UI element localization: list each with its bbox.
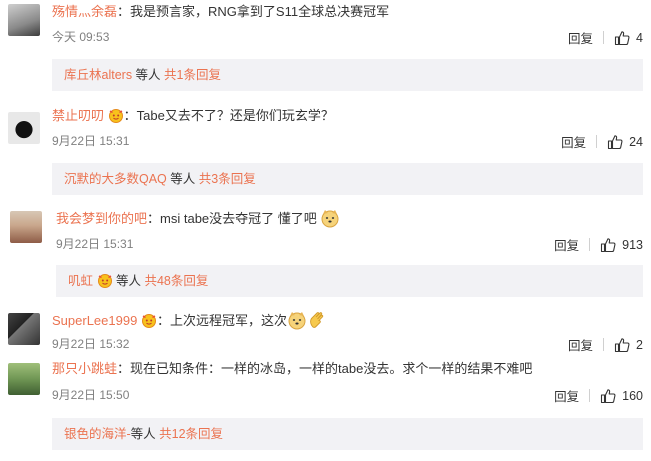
sub-reply-users[interactable]: 库丘林alters: [64, 68, 132, 82]
divider: [596, 135, 598, 148]
sub-reply-users[interactable]: 银色的海洋-: [64, 427, 131, 441]
reply-button[interactable]: 回复: [554, 386, 579, 405]
doge-emoji-icon: [287, 310, 307, 330]
like-button[interactable]: 160: [600, 388, 643, 404]
sub-replies-box[interactable]: 库丘林alters 等人 共1条回复: [52, 59, 643, 91]
divider: [589, 238, 591, 251]
like-count: 913: [622, 237, 643, 252]
comment-time: 9月22日 15:50: [52, 388, 130, 402]
comment-text: 上次远程冠军，这次: [169, 313, 287, 328]
like-button[interactable]: 2: [614, 337, 643, 353]
like-count: 24: [629, 134, 643, 149]
comment-username[interactable]: SuperLee1999: [52, 313, 137, 328]
vip-badge-icon: [97, 273, 113, 288]
comment-time: 9月22日 15:31: [56, 237, 134, 251]
comment-username[interactable]: 我会梦到你的吧: [56, 211, 147, 226]
reply-button[interactable]: 回复: [568, 335, 593, 354]
vip-badge-icon: [141, 313, 157, 328]
sub-reply-count[interactable]: 共1条回复: [164, 68, 221, 82]
comment-text: 我是预言家，RNG拿到了S11全球总决赛冠军: [130, 4, 390, 19]
like-count: 160: [622, 388, 643, 403]
comment-text: Tabe又去不了？还是你们玩玄学？: [136, 108, 334, 123]
comment-username[interactable]: 殇情灬余磊: [52, 4, 117, 19]
thumbs-up-icon: [614, 30, 630, 46]
like-button[interactable]: 24: [607, 134, 643, 150]
thumbs-up-icon: [607, 134, 623, 150]
like-button[interactable]: 4: [614, 30, 643, 46]
thumbs-up-icon: [600, 388, 616, 404]
sub-replies-box[interactable]: 叽虹 等人 共48条回复: [56, 265, 643, 297]
avatar[interactable]: [8, 4, 40, 36]
comment-text: msi tabe没去夺冠了 懂了吧: [160, 211, 317, 226]
avatar[interactable]: [8, 112, 40, 144]
sub-reply-users[interactable]: 叽虹: [68, 274, 93, 288]
vip-badge-icon: [108, 108, 124, 123]
divider: [603, 338, 605, 351]
comment-username[interactable]: 禁止叨叨: [52, 108, 104, 123]
avatar[interactable]: [8, 363, 40, 395]
like-count: 4: [636, 30, 643, 45]
sub-replies-box[interactable]: 沉默的大多数QAQ 等人 共3条回复: [52, 163, 643, 195]
thumbs-up-icon: [614, 337, 630, 353]
sub-reply-count[interactable]: 共48条回复: [144, 274, 208, 288]
comment-time: 9月22日 15:31: [52, 134, 130, 148]
reply-button[interactable]: 回复: [561, 132, 586, 151]
comment-time: 9月22日 15:32: [52, 337, 130, 351]
like-button[interactable]: 913: [600, 237, 643, 253]
doge-emoji-icon: [320, 208, 340, 228]
comment-text: 现在已知条件：一样的冰岛，一样的tabe没去。求个一样的结果不难吧: [130, 361, 533, 376]
like-count: 2: [636, 337, 643, 352]
divider: [589, 389, 591, 402]
avatar[interactable]: [10, 211, 42, 243]
clap-emoji-icon: [307, 310, 327, 330]
thumbs-up-icon: [600, 237, 616, 253]
comment-username[interactable]: 那只小跳蛙: [52, 361, 117, 376]
sub-replies-box[interactable]: 银色的海洋-等人 共12条回复: [52, 418, 643, 450]
avatar[interactable]: [8, 313, 40, 345]
reply-button[interactable]: 回复: [554, 235, 579, 254]
sub-reply-count[interactable]: 共12条回复: [159, 427, 223, 441]
divider: [603, 31, 605, 44]
reply-button[interactable]: 回复: [568, 28, 593, 47]
comment-time: 今天 09:53: [52, 30, 110, 44]
sub-reply-count[interactable]: 共3条回复: [199, 172, 256, 186]
sub-reply-users[interactable]: 沉默的大多数QAQ: [64, 172, 167, 186]
